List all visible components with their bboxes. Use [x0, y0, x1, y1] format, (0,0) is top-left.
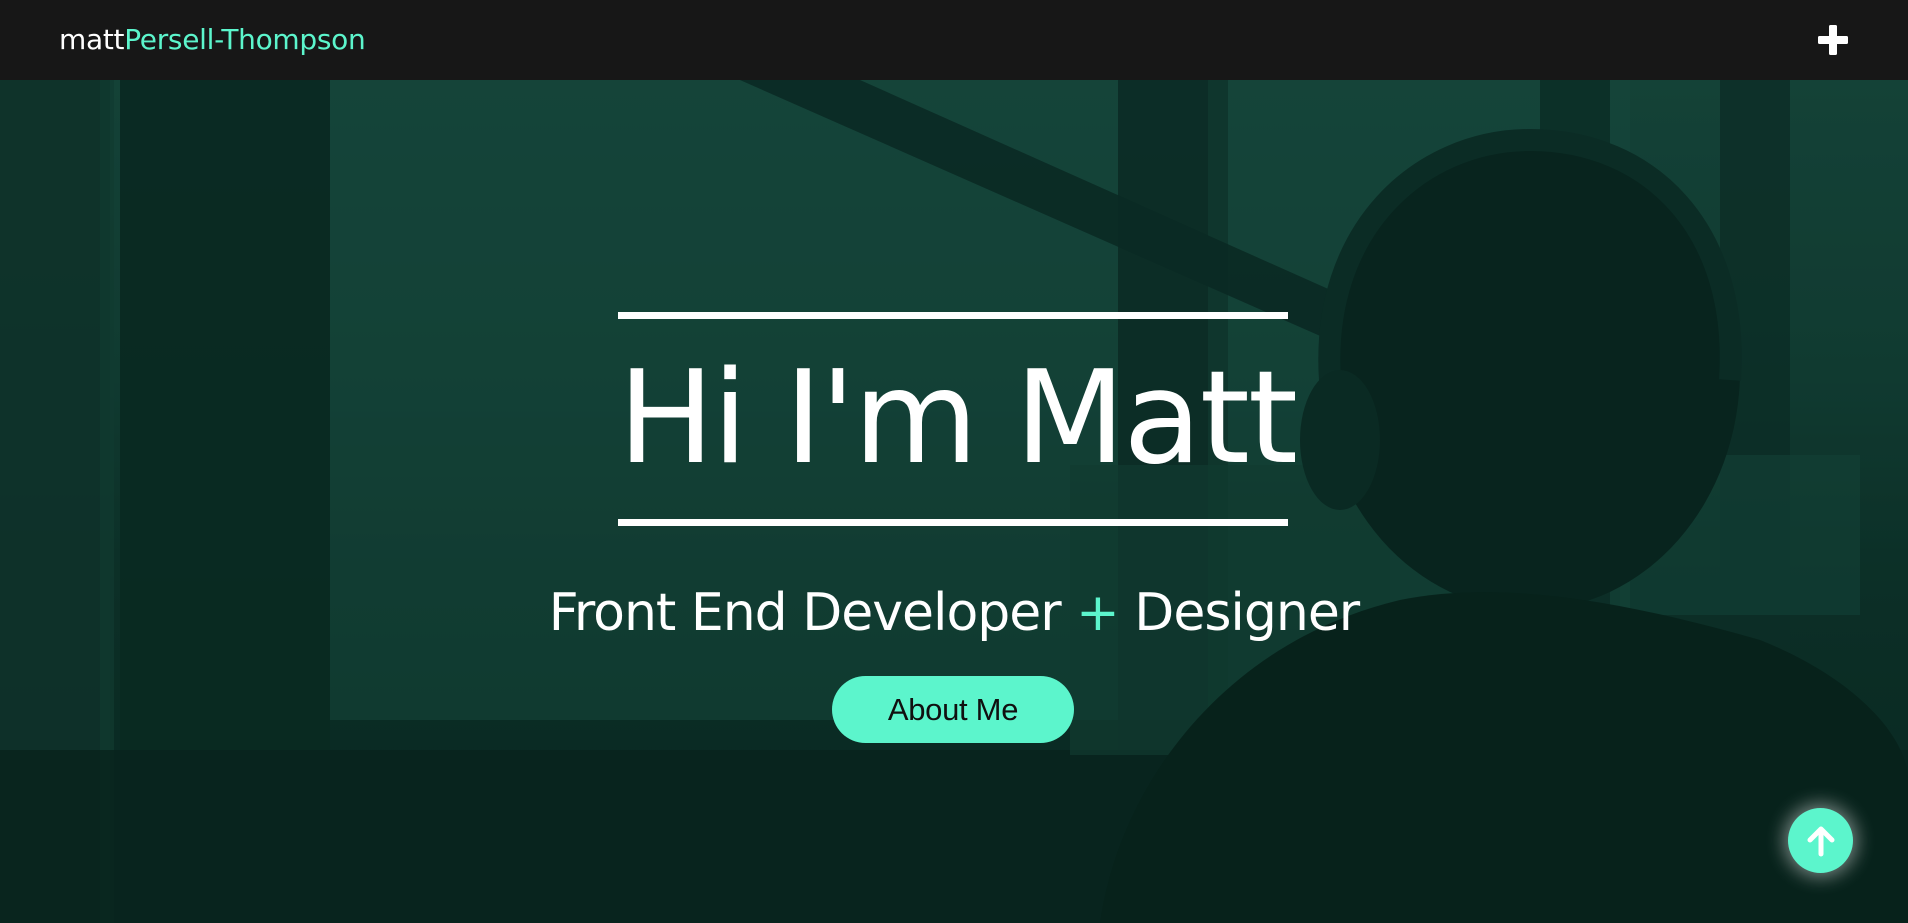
title-bottom-divider — [618, 519, 1288, 526]
hero-title: Hi I'm Matt — [618, 344, 1298, 493]
about-me-button[interactable]: About Me — [832, 676, 1074, 743]
scroll-to-top-button[interactable] — [1788, 808, 1853, 873]
subtitle-plus: + — [1076, 583, 1120, 643]
subtitle-role-developer: Front End Developer — [548, 583, 1062, 643]
title-top-divider — [618, 312, 1288, 319]
hero-subtitle: Front End Developer + Designer — [0, 578, 1908, 648]
top-navbar: mattPersell-Thompson — [0, 0, 1908, 80]
hero-section: Hi I'm Matt — [0, 80, 1908, 923]
arrow-up-icon — [1807, 826, 1834, 856]
subtitle-role-designer: Designer — [1134, 583, 1360, 643]
site-logo[interactable]: mattPersell-Thompson — [59, 23, 366, 56]
logo-last-name: Persell-Thompson — [124, 23, 366, 56]
logo-first-name: matt — [59, 23, 125, 56]
plus-icon — [1818, 25, 1848, 55]
hero-title-block: Hi I'm Matt — [618, 312, 1298, 526]
menu-toggle-button[interactable] — [1816, 23, 1850, 57]
